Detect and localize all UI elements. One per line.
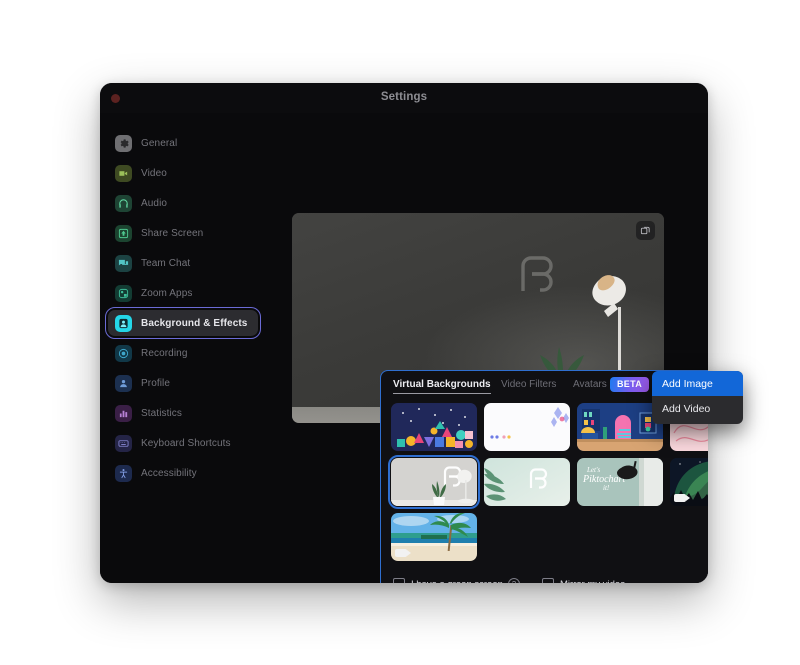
- record-icon: [115, 344, 132, 362]
- sidebar-item-share-screen[interactable]: Share Screen: [108, 220, 258, 246]
- settings-window: Settings General Video Audio Share Scree…: [100, 83, 708, 583]
- wall-logo-icon: [521, 256, 553, 292]
- chat-icon: [115, 254, 132, 272]
- tab-virtual-backgrounds[interactable]: Virtual Backgrounds: [393, 379, 491, 394]
- thumbnail-confetti-shapes[interactable]: [391, 403, 477, 451]
- thumbnail-piktochart-lamp[interactable]: Let's Piktochart it!: [577, 458, 663, 506]
- mint-plant-art: [484, 458, 570, 506]
- sidebar-item-team-chat[interactable]: Team Chat: [108, 250, 258, 276]
- sidebar-item-label: Team Chat: [141, 257, 191, 269]
- sidebar-item-label: Audio: [141, 197, 168, 209]
- sidebar-item-recording[interactable]: Recording: [108, 340, 258, 366]
- mirror-video-row[interactable]: Mirror my video: [542, 578, 625, 583]
- green-screen-label: I have a green screen: [411, 579, 503, 584]
- sidebar-item-label: Statistics: [141, 407, 183, 419]
- sidebar-item-audio[interactable]: Audio: [108, 190, 258, 216]
- add-background-dropdown: Add Image Add Video: [652, 371, 743, 424]
- thumbnail-white-board[interactable]: [484, 403, 570, 451]
- sidebar-item-statistics[interactable]: Statistics: [108, 400, 258, 426]
- gray-wall-plant-art: [391, 458, 477, 506]
- sidebar-item-accessibility[interactable]: Accessibility: [108, 460, 258, 486]
- thumbnail-gray-wall-plant[interactable]: [388, 455, 480, 509]
- video-badge-icon: [674, 494, 690, 502]
- window-title: Settings: [380, 91, 428, 103]
- sidebar-item-background-effects[interactable]: Background & Effects: [105, 307, 261, 339]
- switch-camera-button[interactable]: [636, 221, 655, 240]
- person-badge-icon: [115, 314, 132, 332]
- help-icon[interactable]: ?: [507, 578, 520, 583]
- sidebar-item-label: Recording: [141, 347, 188, 359]
- menu-item-add-image[interactable]: Add Image: [652, 371, 743, 396]
- confetti-shapes-art: [391, 403, 477, 451]
- profile-icon: [115, 374, 132, 392]
- sidebar-item-label: General: [141, 137, 178, 149]
- backgrounds-footer: I have a green screen ? Mirror my video …: [381, 569, 708, 583]
- gear-icon: [115, 134, 132, 152]
- sidebar-item-keyboard-shortcuts[interactable]: Keyboard Shortcuts: [108, 430, 258, 456]
- sidebar-item-label: Profile: [141, 377, 171, 389]
- svg-text:Let's: Let's: [586, 466, 600, 474]
- video-badge-icon: [395, 549, 411, 557]
- settings-content: Virtual Backgrounds Video Filters Avatar…: [266, 113, 708, 583]
- tab-avatars[interactable]: Avatars: [573, 379, 607, 390]
- svg-text:it!: it!: [603, 484, 610, 492]
- video-icon: [115, 164, 132, 182]
- tab-video-filters[interactable]: Video Filters: [501, 379, 556, 390]
- sidebar-item-profile[interactable]: Profile: [108, 370, 258, 396]
- background-thumbnail-grid: Let's Piktochart it!: [388, 403, 708, 561]
- sidebar-item-label: Zoom Apps: [141, 287, 193, 299]
- menu-item-add-video[interactable]: Add Video: [652, 396, 743, 421]
- sidebar-item-video[interactable]: Video: [108, 160, 258, 186]
- sidebar-item-label: Keyboard Shortcuts: [141, 437, 231, 449]
- piktochart-lamp-art: Let's Piktochart it!: [577, 458, 663, 506]
- sidebar-item-general[interactable]: General: [108, 130, 258, 156]
- sidebar-item-label: Video: [141, 167, 167, 179]
- keyboard-icon: [115, 434, 132, 452]
- thumbnail-tropical-beach[interactable]: [391, 513, 477, 561]
- bar-chart-icon: [115, 404, 132, 422]
- upload-icon: [115, 224, 132, 242]
- sidebar-item-label: Accessibility: [141, 467, 197, 479]
- green-screen-row[interactable]: I have a green screen ?: [393, 578, 520, 583]
- sidebar-item-label: Share Screen: [141, 227, 204, 239]
- apps-icon: [115, 284, 132, 302]
- mirror-video-checkbox[interactable]: [542, 578, 554, 583]
- sidebar-item-label: Background & Effects: [141, 317, 248, 329]
- green-screen-checkbox[interactable]: [393, 578, 405, 583]
- screenshot-root: Settings General Video Audio Share Scree…: [0, 0, 800, 665]
- headset-icon: [115, 194, 132, 212]
- thumbnail-mint-plant[interactable]: [484, 458, 570, 506]
- accessibility-icon: [115, 464, 132, 482]
- thumbnail-blue-room[interactable]: [577, 403, 663, 451]
- sidebar-item-zoom-apps[interactable]: Zoom Apps: [108, 280, 258, 306]
- switch-camera-icon: [640, 226, 650, 235]
- white-board-art: [484, 403, 570, 451]
- settings-sidebar: General Video Audio Share Screen Team Ch…: [100, 113, 267, 583]
- mirror-video-label: Mirror my video: [560, 579, 625, 584]
- thumbnail-aurora-borealis[interactable]: [670, 458, 708, 506]
- window-titlebar: Settings: [100, 83, 708, 113]
- beta-badge: BETA: [610, 377, 650, 392]
- blue-room-art: [577, 403, 663, 451]
